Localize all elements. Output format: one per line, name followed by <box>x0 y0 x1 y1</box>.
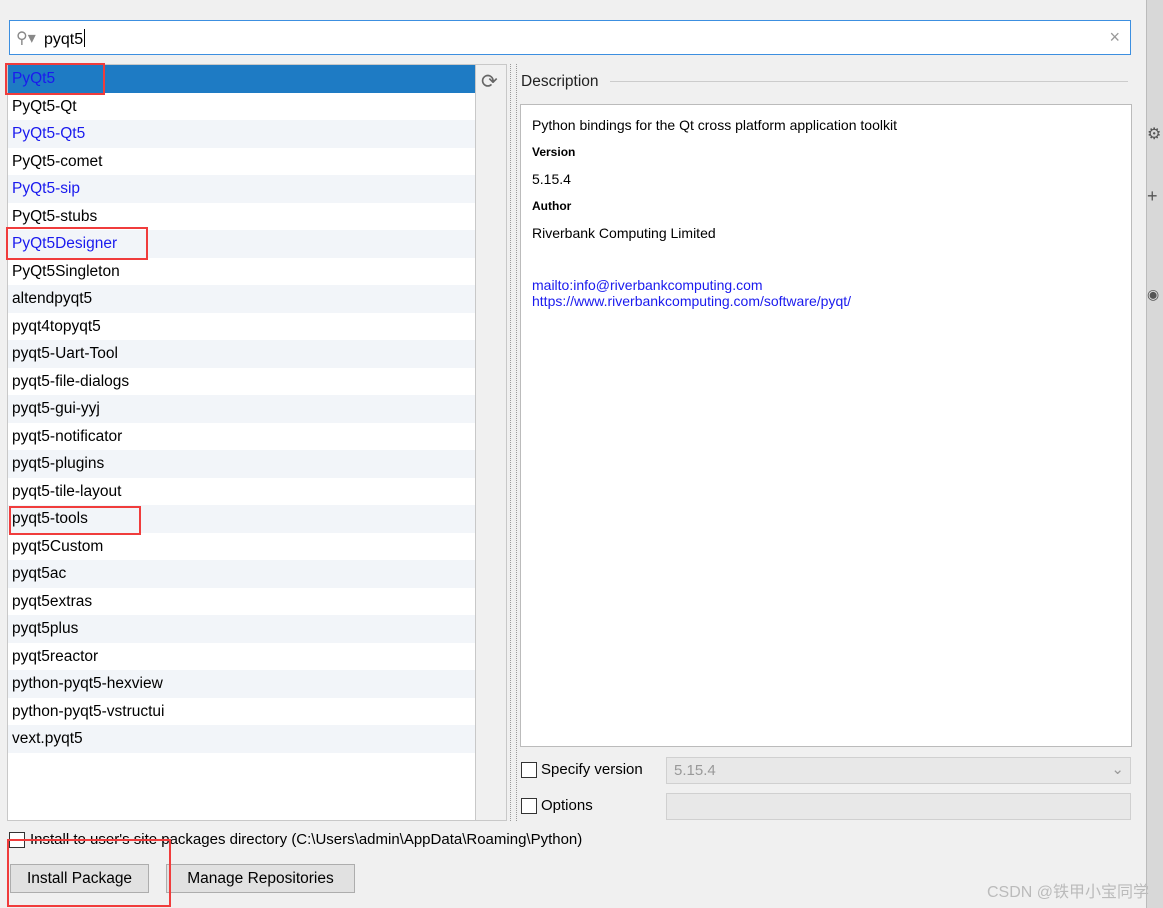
divider <box>610 81 1128 82</box>
version-value: 5.15.4 <box>532 171 571 187</box>
package-row[interactable]: PyQt5-Qt5 <box>8 120 475 148</box>
package-row[interactable]: PyQt5-comet <box>8 148 475 176</box>
manage-repositories-button[interactable]: Manage Repositories <box>166 864 355 893</box>
package-row[interactable]: PyQt5-Qt <box>8 93 475 121</box>
plus-icon: + <box>1147 186 1158 206</box>
package-row[interactable]: pyqt5-file-dialogs <box>8 368 475 396</box>
annotation-box <box>6 227 148 260</box>
package-row[interactable]: pyqt5plus <box>8 615 475 643</box>
refresh-button[interactable]: ⟳ <box>476 64 507 821</box>
options-input[interactable] <box>666 793 1131 820</box>
background-window: ⚙ + ◉ <box>1146 0 1163 908</box>
package-row[interactable]: pyqt5-tile-layout <box>8 478 475 506</box>
gear-icon: ⚙ <box>1147 126 1162 143</box>
version-select[interactable]: 5.15.4 ⌄ <box>666 757 1131 784</box>
options-label: Options <box>541 797 593 814</box>
specify-version-checkbox[interactable]: Specify version <box>521 761 643 778</box>
package-row[interactable]: altendpyqt5 <box>8 285 475 313</box>
author-heading: Author <box>532 199 572 213</box>
checkbox[interactable] <box>521 797 537 814</box>
close-icon[interactable]: × <box>1109 27 1120 48</box>
package-row[interactable]: python-pyqt5-hexview <box>8 670 475 698</box>
package-row[interactable]: pyqt5-notificator <box>8 423 475 451</box>
checkbox[interactable] <box>521 761 537 778</box>
search-input[interactable]: pyqt5 <box>44 29 85 49</box>
package-row[interactable]: python-pyqt5-vstructui <box>8 698 475 726</box>
eye-icon: ◉ <box>1147 286 1160 302</box>
search-field[interactable]: ⚲▾ pyqt5 × <box>9 20 1131 55</box>
description-label: Description <box>521 73 599 90</box>
version-value: 5.15.4 <box>674 762 716 779</box>
package-row[interactable]: pyqt5Custom <box>8 533 475 561</box>
annotation-box <box>9 506 141 535</box>
author-value: Riverbank Computing Limited <box>532 225 716 241</box>
options-checkbox[interactable]: Options <box>521 797 593 814</box>
version-heading: Version <box>532 145 576 159</box>
package-row[interactable]: pyqt5extras <box>8 588 475 616</box>
email-link[interactable]: mailto:info@riverbankcomputing.com <box>532 277 1120 293</box>
package-row[interactable]: pyqt4topyqt5 <box>8 313 475 341</box>
package-row[interactable]: vext.pyqt5 <box>8 725 475 753</box>
package-row[interactable]: pyqt5reactor <box>8 643 475 671</box>
splitter-handle[interactable] <box>510 64 517 821</box>
website-link[interactable]: https://www.riverbankcomputing.com/softw… <box>532 293 1120 309</box>
search-icon[interactable]: ⚲▾ <box>16 28 36 48</box>
refresh-icon: ⟳ <box>481 71 498 93</box>
summary: Python bindings for the Qt cross platfor… <box>532 117 897 133</box>
package-row[interactable]: pyqt5-Uart-Tool <box>8 340 475 368</box>
watermark: CSDN @铁甲小宝同学 <box>986 884 1149 901</box>
package-row[interactable]: PyQt5-stubs <box>8 203 475 231</box>
package-row[interactable]: PyQt5Singleton <box>8 258 475 286</box>
package-row[interactable]: pyqt5-gui-yyj <box>8 395 475 423</box>
description-panel: Python bindings for the Qt cross platfor… <box>520 104 1132 747</box>
annotation-box <box>5 63 105 95</box>
package-row[interactable]: PyQt5-sip <box>8 175 475 203</box>
package-row[interactable]: pyqt5ac <box>8 560 475 588</box>
package-row[interactable]: pyqt5-plugins <box>8 450 475 478</box>
package-list[interactable]: PyQt5 PyQt5-Qt PyQt5-Qt5 PyQt5-comet PyQt5-s… <box>7 64 476 821</box>
specify-version-label: Specify version <box>541 761 643 778</box>
annotation-box <box>7 839 171 907</box>
chevron-down-icon: ⌄ <box>1111 761 1124 778</box>
